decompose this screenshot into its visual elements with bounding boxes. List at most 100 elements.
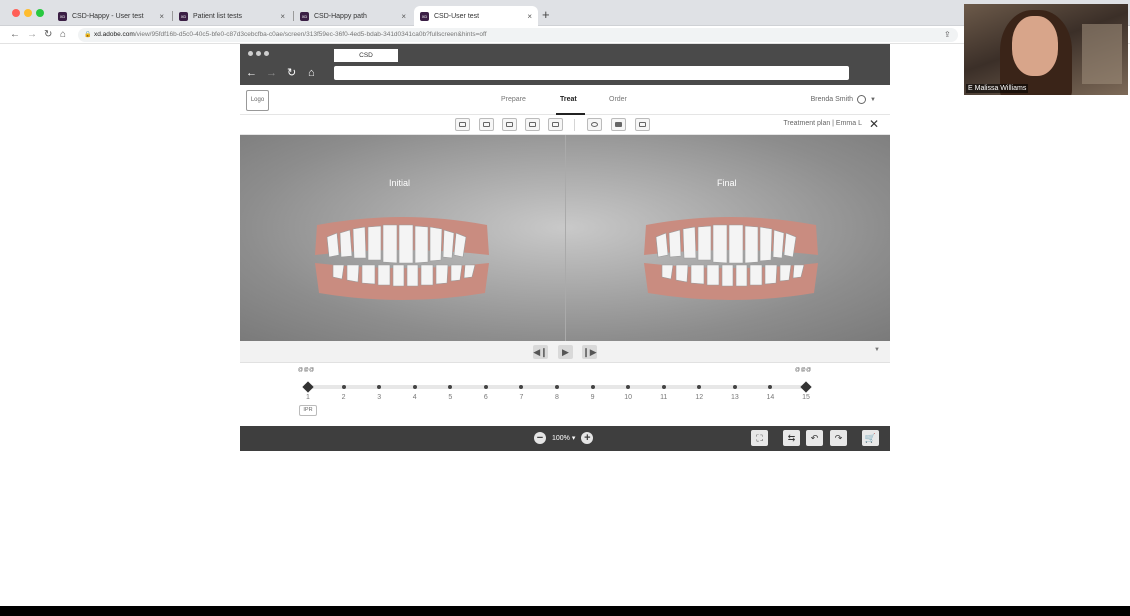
lock-icon: 🔒 [84,32,92,38]
stage-number: 13 [730,394,739,401]
tab-title: CSD-Happy path [314,12,367,20]
view-glyph [459,122,466,127]
view-toolbar: Treatment plan | Emma L ✕ [240,115,890,135]
new-tab-button[interactable]: + [542,8,550,21]
tab-treat[interactable]: Treat [560,96,577,103]
stage-number: 10 [624,394,633,401]
zoom-control: − 100% ▾ + [534,432,594,444]
stage-number: 3 [377,394,382,401]
screen-bottom-edge [0,606,1130,616]
participant-face [1012,16,1058,76]
attachment-icon[interactable] [611,118,626,131]
stage-number: 5 [448,394,453,401]
share-icon[interactable]: ⇪ [944,30,951,39]
stage-number: 8 [555,394,559,401]
start-attachments-indicator: @@@ [298,367,315,373]
xd-icon: XD [300,11,309,21]
undo-icon[interactable]: ↶ [806,430,823,446]
zoom-out-icon[interactable]: − [534,432,546,444]
fullscreen-icon[interactable]: ⛶ [751,430,768,446]
user-name: Brenda Smith [810,96,854,103]
final-label: Final [717,178,737,188]
rotate-icon[interactable] [587,118,602,131]
final-teeth-model[interactable] [642,215,820,300]
stage-dot-marker [483,385,488,389]
stage-number: 1 [306,394,310,401]
xd-icon: XD [58,11,67,21]
back-arrow-icon[interactable]: ← [10,29,20,40]
back-arrow-icon[interactable]: ← [246,68,257,79]
3d-viewer[interactable]: Initial Final [240,135,890,341]
window-dot [248,51,253,56]
close-tab-icon[interactable]: × [159,12,164,21]
grid-view-icon[interactable] [525,118,540,131]
close-tab-icon[interactable]: × [527,12,532,21]
close-tab-icon[interactable]: × [280,12,285,21]
tab-prepare[interactable]: Prepare [501,96,526,103]
maximize-window-button[interactable] [36,9,44,17]
participant-name: E Malissa Williams [966,84,1029,93]
forward-arrow-icon[interactable]: → [27,29,37,40]
chevron-down-icon: ▼ [870,96,876,103]
browser-address-bar: ← → ↻ ⌂ 🔒 xd.adobe.com/view/95fdf16b-d5c… [0,26,1130,44]
treatment-plan-label[interactable]: Treatment plan | Emma L [783,120,862,127]
cart-icon[interactable]: 🛒 [862,430,879,446]
tab-order[interactable]: Order [609,96,627,103]
tab-title: CSD-Happy - User test [72,12,144,20]
initial-label: Initial [389,178,411,188]
stage-timeline: @@@ @@@ 1 2 3 4 5 6 7 8 9 10 11 12 13 14 15 IPR [240,363,890,426]
view-glyph [506,122,513,127]
view-glyph [483,122,490,127]
prototype-tab[interactable]: CSD [334,49,398,62]
step-forward-icon[interactable]: ❙▶ [582,345,597,359]
browser-tab-4[interactable]: XD CSD-User test × [414,6,538,26]
reload-icon[interactable]: ↻ [44,29,52,40]
xd-icon: XD [420,11,429,21]
user-avatar-icon [857,95,867,104]
home-icon[interactable]: ⌂ [308,68,315,79]
forward-arrow-icon[interactable]: → [266,68,277,79]
lower-view-icon[interactable] [479,118,494,131]
close-window-button[interactable] [12,9,20,17]
minimize-window-button[interactable] [24,9,32,17]
stage-number: 9 [590,394,595,401]
logo: Logo [246,90,269,111]
front-view-icon[interactable] [502,118,517,131]
stage-number: 4 [412,394,417,401]
viewer-divider [565,135,566,341]
stage-dot-marker [341,385,346,389]
home-icon[interactable]: ⌂ [60,29,66,40]
collapse-icon[interactable]: ▼ [874,347,880,353]
zoom-level[interactable]: 100% ▾ [552,434,575,442]
toolbar-separator [574,119,575,131]
close-icon[interactable]: ✕ [869,117,879,131]
square-view-icon[interactable] [635,118,650,131]
initial-teeth-model[interactable] [313,215,491,300]
browser-tab-3[interactable]: XD CSD-Happy path × [294,6,412,26]
prototype-url-field[interactable] [334,66,849,80]
square-glyph [639,122,646,127]
window-dot [264,51,269,56]
sync-icon[interactable]: ⇆ [783,430,800,446]
browser-tab-2[interactable]: XD Patient list tests × [173,6,291,26]
upper-view-icon[interactable] [455,118,470,131]
webcam-video: E Malissa Williams [964,4,1128,95]
reload-icon[interactable]: ↻ [287,68,296,79]
window-dot [256,51,261,56]
end-attachments-indicator: @@@ [795,367,812,373]
step-back-icon[interactable]: ◀❙ [533,345,548,359]
close-tab-icon[interactable]: × [401,12,406,21]
bottom-action-bar: − 100% ▾ + ⛶ ⇆ ↶ ↷ 🛒 [240,426,890,451]
play-icon[interactable]: ▶ [558,345,573,359]
user-menu[interactable]: Brenda Smith ▼ [811,95,876,104]
ipr-badge[interactable]: IPR [299,405,317,416]
screen: XD CSD-Happy - User test × XD Patient li… [0,0,1130,616]
side-view-icon[interactable] [548,118,563,131]
stage-number: 15 [802,394,810,401]
stage-number: 2 [341,394,346,401]
tab-title: Patient list tests [193,12,243,20]
redo-icon[interactable]: ↷ [830,430,847,446]
url-field[interactable]: 🔒 xd.adobe.com/view/95fdf16b-d5c0-40c5-b… [78,28,958,42]
browser-tab-1[interactable]: XD CSD-Happy - User test × [52,6,170,26]
zoom-in-icon[interactable]: + [581,432,594,444]
